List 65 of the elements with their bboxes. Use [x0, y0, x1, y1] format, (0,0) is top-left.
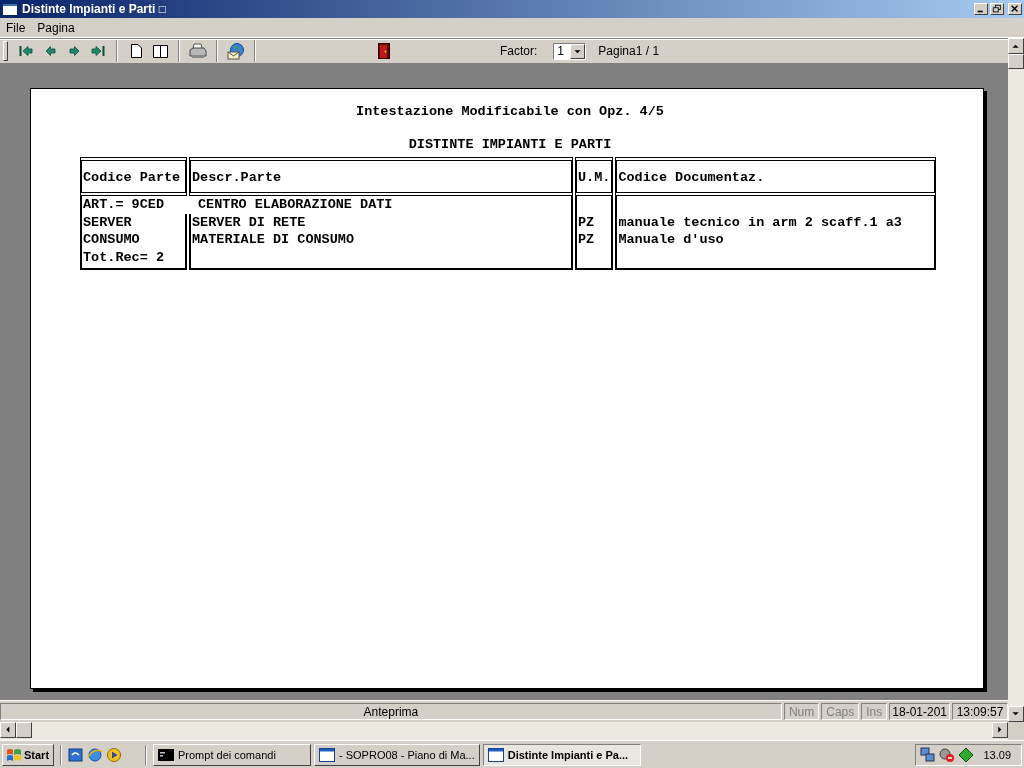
table-cell: PZ — [578, 232, 595, 247]
printer-icon[interactable] — [189, 43, 207, 59]
column-header: Descr.Parte — [189, 157, 573, 196]
window-icon — [319, 747, 335, 762]
scroll-left-icon[interactable] — [0, 722, 16, 738]
taskbar-button[interactable]: Prompt dei comandi — [153, 743, 311, 766]
restore-icon[interactable] — [990, 3, 1004, 15]
last-page-icon[interactable] — [91, 45, 105, 57]
blocked-icon[interactable] — [939, 746, 956, 763]
table-cell: MATERIALE DI CONSUMO — [192, 232, 355, 247]
close-icon[interactable] — [1008, 3, 1022, 15]
two-pages-icon[interactable] — [152, 44, 168, 58]
table-cell: SERVER DI RETE — [192, 214, 306, 230]
scroll-up-icon[interactable] — [1008, 38, 1024, 54]
network-icon[interactable] — [920, 746, 937, 763]
column-header: Codice Documentaz. — [615, 157, 936, 196]
taskbar-button[interactable]: Distinte Impianti e Pa... — [482, 743, 641, 766]
window-title: Distinte Impianti e Parti □ — [22, 2, 166, 16]
column-header: U.M. — [575, 157, 614, 196]
menu-item[interactable]: File — [0, 20, 32, 35]
menu-item[interactable]: Pagina — [31, 20, 81, 35]
status-date: 18-01-201 — [889, 703, 950, 720]
console-icon — [158, 748, 174, 761]
desktop-icon[interactable] — [68, 746, 84, 763]
total-records: Tot.Rec= 2 — [83, 249, 164, 265]
report-title: DISTINTE IMPIANTI E PARTI — [408, 137, 612, 152]
status-time: 13:09:57 — [952, 703, 1008, 720]
taskbar-button[interactable]: - SOPRO08 - Piano di Ma... — [314, 743, 480, 766]
report-header: Intestazione Modificabile con Opz. 4/5 — [356, 104, 664, 119]
table-cell: CONSUMO — [83, 232, 140, 247]
globe-mail-icon[interactable] — [227, 42, 245, 60]
scrollbar-corner — [1008, 722, 1024, 740]
factor-label: Factor: — [500, 44, 538, 58]
scroll-down-icon[interactable] — [1008, 706, 1024, 722]
status-indicator: Ins — [861, 703, 888, 720]
vertical-scrollbar[interactable] — [1008, 38, 1024, 722]
first-page-icon[interactable] — [19, 45, 33, 57]
page-label: Pagina1 / 1 — [598, 44, 660, 58]
start-button[interactable]: Start — [2, 743, 54, 766]
status-message: Anteprima — [0, 703, 782, 720]
next-page-icon[interactable] — [68, 46, 80, 56]
scroll-thumb[interactable] — [1008, 54, 1024, 69]
exit-door-icon[interactable] — [378, 43, 390, 59]
status-indicator: Num — [783, 703, 820, 720]
minimize-icon[interactable] — [974, 3, 988, 15]
window-icon — [2, 2, 18, 16]
caret-icon — [570, 43, 586, 59]
single-page-icon[interactable] — [130, 44, 142, 58]
browser-icon[interactable] — [87, 746, 103, 763]
scroll-thumb[interactable] — [16, 722, 32, 738]
previous-page-icon[interactable] — [44, 46, 56, 56]
factor-dropdown[interactable]: 1 — [553, 42, 587, 60]
table-cell: manuale tecnico in arm 2 scaff.1 a3 — [618, 214, 902, 230]
media-player-icon[interactable] — [106, 746, 122, 763]
table-cell: SERVER — [83, 214, 132, 230]
scroll-right-icon[interactable] — [992, 722, 1008, 738]
windows-logo-icon — [6, 747, 22, 762]
table-cell: PZ — [578, 214, 595, 230]
group-code: ART.= 9CED — [83, 196, 165, 214]
clock: 13.09 — [983, 748, 1011, 761]
table-cell: Manuale d'uso — [618, 232, 724, 247]
group-description: CENTRO ELABORAZIONE DATI — [197, 197, 393, 212]
column-header: Codice Parte — [80, 157, 187, 196]
window-icon — [487, 747, 504, 762]
status-indicator: Caps — [821, 703, 860, 720]
